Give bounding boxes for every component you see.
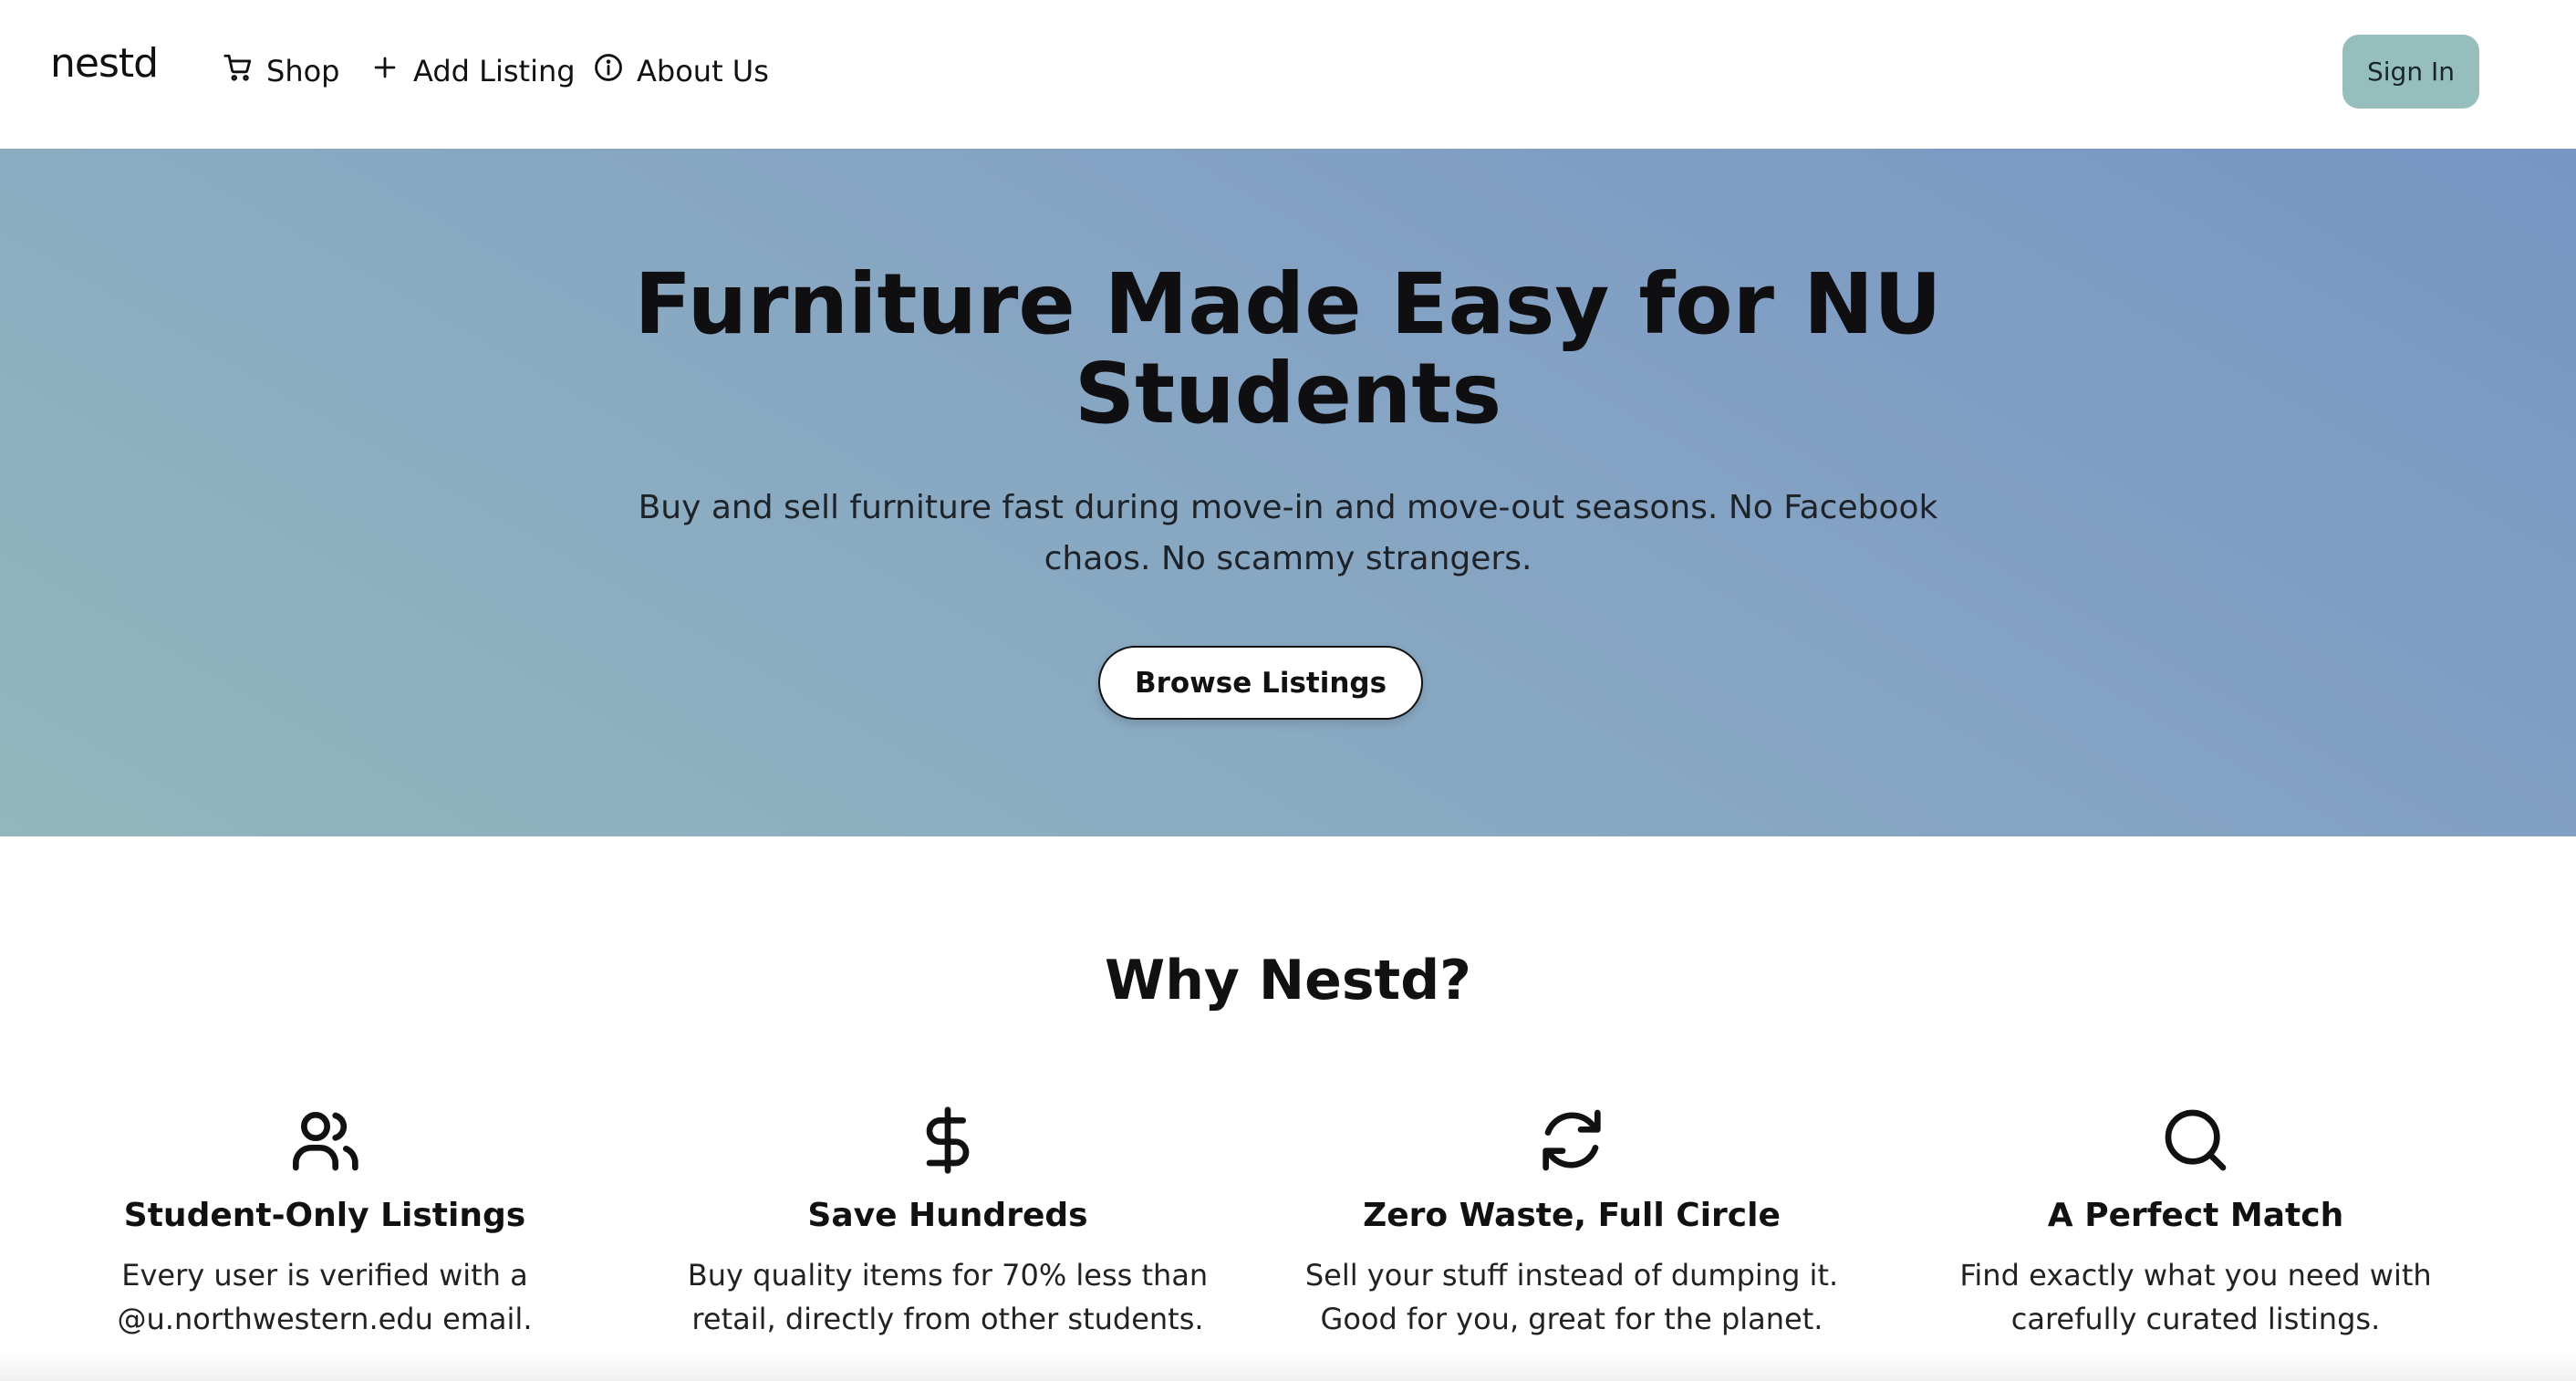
feature-title: Save Hundreds: [807, 1197, 1088, 1234]
feature-text: Sell your stuff instead of dumping it. G…: [1304, 1258, 1839, 1336]
cart-icon: [223, 52, 254, 90]
hero-section: Furniture Made Easy for NU Students Buy …: [0, 149, 2576, 836]
feature-title: Student-Only Listings: [123, 1197, 526, 1234]
top-navbar: nestd Shop Add Listing About Us Sign In: [0, 0, 2576, 149]
nav-item-about-us-label: About Us: [637, 54, 769, 88]
browse-listings-button[interactable]: Browse Listings: [1098, 646, 1423, 720]
why-section-title: Why Nestd?: [1105, 949, 1471, 1012]
feature-text: Find exactly what you need with carefull…: [1959, 1258, 2432, 1336]
nav-item-shop-label: Shop: [266, 54, 340, 88]
bottom-scroll-shadow: [0, 1350, 2576, 1381]
search-icon: [2159, 1104, 2232, 1177]
info-icon: [593, 52, 624, 90]
feature-save-hundreds: Save Hundreds Buy quality items for 70% …: [656, 1104, 1240, 1341]
nav-item-add-listing[interactable]: Add Listing: [369, 46, 576, 97]
feature-text: Every user is verified with a @u.northwe…: [117, 1258, 533, 1336]
nav-item-add-listing-label: Add Listing: [413, 54, 576, 88]
hero-title: Furniture Made Easy for NU Students: [634, 255, 1942, 442]
users-icon: [288, 1104, 361, 1177]
sign-in-button[interactable]: Sign In: [2342, 35, 2479, 109]
dollar-icon: [911, 1104, 984, 1177]
site-logo[interactable]: nestd: [50, 40, 159, 87]
feature-text: Buy quality items for 70% less than reta…: [687, 1258, 1209, 1336]
nav-item-shop[interactable]: Shop: [223, 46, 339, 97]
feature-zero-waste: Zero Waste, Full Circle Sell your stuff …: [1280, 1104, 1864, 1341]
feature-student-only: Student-Only Listings Every user is veri…: [33, 1104, 617, 1341]
feature-title: A Perfect Match: [2047, 1197, 2344, 1234]
refresh-icon: [1535, 1104, 1608, 1177]
plus-icon: [369, 52, 400, 90]
feature-perfect-match: A Perfect Match Find exactly what you ne…: [1904, 1104, 2488, 1341]
hero-subtitle: Buy and sell furniture fast during move-…: [638, 489, 1938, 577]
nav-item-about-us[interactable]: About Us: [593, 46, 769, 97]
feature-title: Zero Waste, Full Circle: [1363, 1197, 1781, 1234]
